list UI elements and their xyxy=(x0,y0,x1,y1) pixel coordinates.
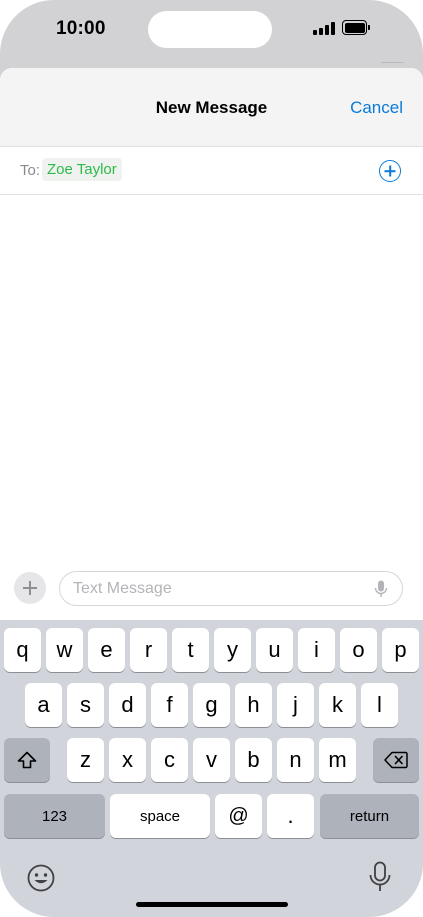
signal-icon xyxy=(313,22,335,35)
key-l[interactable]: l xyxy=(361,683,398,727)
key-u[interactable]: u xyxy=(256,628,293,672)
key-k[interactable]: k xyxy=(319,683,356,727)
key-c[interactable]: c xyxy=(151,738,188,782)
message-placeholder: Text Message xyxy=(73,580,172,597)
key-d[interactable]: d xyxy=(109,683,146,727)
key-t[interactable]: t xyxy=(172,628,209,672)
delete-icon xyxy=(384,751,408,769)
period-key[interactable]: . xyxy=(267,794,314,838)
shift-icon xyxy=(17,751,37,769)
key-w[interactable]: w xyxy=(46,628,83,672)
key-r[interactable]: r xyxy=(130,628,167,672)
key-o[interactable]: o xyxy=(340,628,377,672)
nav-bar: New Message Cancel xyxy=(0,68,423,147)
key-n[interactable]: n xyxy=(277,738,314,782)
status-time: 10:00 xyxy=(56,18,106,39)
key-g[interactable]: g xyxy=(193,683,230,727)
return-key[interactable]: return xyxy=(320,794,419,838)
new-message-sheet: New Message Cancel To: Zoe Taylor Text M… xyxy=(0,68,423,917)
phone-screen: 10:00 New Message Cancel To: Zoe Taylor … xyxy=(0,0,423,917)
shift-key[interactable] xyxy=(4,738,50,782)
space-key[interactable]: space xyxy=(110,794,210,838)
cancel-button[interactable]: Cancel xyxy=(350,98,403,118)
status-bar: 10:00 xyxy=(0,0,423,62)
key-b[interactable]: b xyxy=(235,738,272,782)
key-q[interactable]: q xyxy=(4,628,41,672)
dictation-icon[interactable] xyxy=(368,861,392,893)
delete-key[interactable] xyxy=(373,738,419,782)
keyboard: q w e r t y u i o p a s d f g h j k l z … xyxy=(0,620,423,917)
to-label: To: xyxy=(20,162,41,179)
key-a[interactable]: a xyxy=(25,683,62,727)
emoji-icon[interactable] xyxy=(26,863,56,893)
at-key[interactable]: @ xyxy=(215,794,262,838)
numbers-key[interactable]: 123 xyxy=(4,794,105,838)
key-h[interactable]: h xyxy=(235,683,272,727)
plus-icon[interactable] xyxy=(14,572,46,604)
dynamic-island xyxy=(148,11,272,48)
key-y[interactable]: y xyxy=(214,628,251,672)
key-v[interactable]: v xyxy=(193,738,230,782)
key-i[interactable]: i xyxy=(298,628,335,672)
home-indicator[interactable] xyxy=(136,902,288,907)
recipient-row[interactable]: To: Zoe Taylor xyxy=(0,147,423,195)
microphone-icon[interactable] xyxy=(374,580,388,599)
key-e[interactable]: e xyxy=(88,628,125,672)
recipient-chip[interactable]: Zoe Taylor xyxy=(42,158,122,181)
key-s[interactable]: s xyxy=(67,683,104,727)
key-j[interactable]: j xyxy=(277,683,314,727)
composer: Text Message xyxy=(0,567,423,619)
key-z[interactable]: z xyxy=(67,738,104,782)
key-m[interactable]: m xyxy=(319,738,356,782)
add-contact-icon[interactable] xyxy=(379,160,401,182)
key-f[interactable]: f xyxy=(151,683,188,727)
key-p[interactable]: p xyxy=(382,628,419,672)
battery-icon xyxy=(342,20,370,35)
key-x[interactable]: x xyxy=(109,738,146,782)
message-input[interactable]: Text Message xyxy=(59,571,403,606)
